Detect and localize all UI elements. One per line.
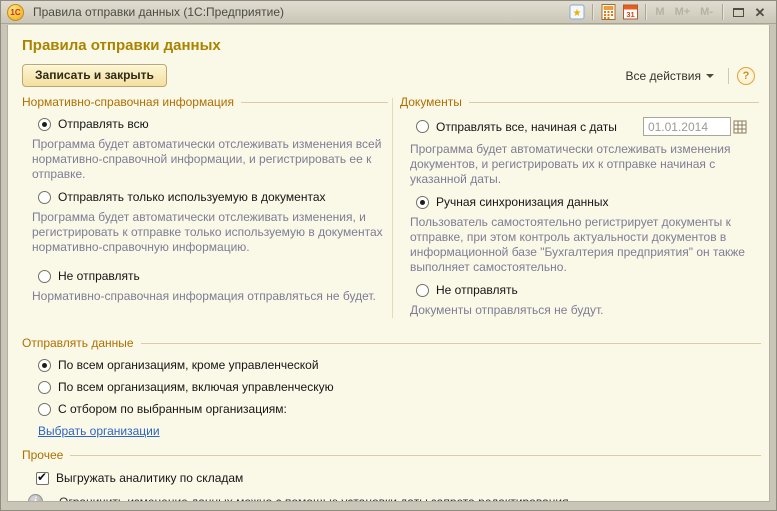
- option-description: Нормативно-справочная информация отправл…: [32, 289, 384, 304]
- option-description: Документы отправляться не будут.: [410, 303, 755, 318]
- start-date-input[interactable]: [643, 117, 731, 136]
- radio-label: С отбором по выбранным организациям:: [58, 402, 287, 416]
- radio-label: Не отправлять: [58, 269, 140, 283]
- radio-icon: [416, 196, 429, 209]
- radio-dont-send-docs[interactable]: Не отправлять: [416, 283, 759, 297]
- radio-send-used-nsi[interactable]: Отправлять только используемую в докумен…: [38, 190, 388, 204]
- option-description: Программа будет автоматически отслеживат…: [32, 137, 384, 182]
- radio-label: По всем организациям, включая управленче…: [58, 380, 334, 394]
- form-content: Правила отправки данных Записать и закры…: [7, 25, 770, 502]
- option-description: Программа будет автоматически отслеживат…: [410, 142, 755, 187]
- radio-icon: [38, 381, 51, 394]
- date-picker-button[interactable]: [731, 117, 750, 136]
- radio-icon: [38, 118, 51, 131]
- radio-dont-send-nsi[interactable]: Не отправлять: [38, 269, 388, 283]
- favorites-icon[interactable]: ★: [567, 3, 587, 22]
- group-caption: Нормативно-справочная информация: [22, 95, 388, 109]
- radio-icon: [38, 359, 51, 372]
- maximize-icon: [733, 8, 744, 17]
- group-documents: Документы Отправлять все, начиная с даты: [400, 95, 759, 326]
- group-other: Прочее Выгружать аналитику по складам i …: [22, 448, 761, 502]
- checkbox-label: Выгружать аналитику по складам: [56, 471, 243, 485]
- two-column-groups: Нормативно-справочная информация Отправл…: [22, 95, 761, 326]
- group-caption-line: [70, 455, 761, 456]
- radio-all-orgs-except-management[interactable]: По всем организациям, кроме управленческ…: [38, 358, 761, 372]
- memory-recall-button[interactable]: M: [650, 6, 669, 18]
- checkbox-icon: [36, 472, 49, 485]
- 1c-logo-icon: 1С: [7, 4, 24, 21]
- radio-send-all-nsi[interactable]: Отправлять всю: [38, 117, 388, 131]
- radio-label: Ручная синхронизация данных: [436, 195, 609, 209]
- group-caption-label: Прочее: [22, 448, 63, 462]
- radio-selected-orgs[interactable]: С отбором по выбранным организациям:: [38, 402, 761, 416]
- memory-minus-button[interactable]: M-: [695, 6, 718, 18]
- group-caption: Прочее: [22, 448, 761, 462]
- memory-plus-button[interactable]: M+: [670, 6, 696, 18]
- radio-icon: [416, 284, 429, 297]
- select-organizations-link[interactable]: Выбрать организации: [38, 424, 160, 438]
- column-divider: [392, 98, 393, 318]
- svg-text:31: 31: [626, 10, 634, 19]
- command-bar-right: Все действия ?: [620, 67, 755, 85]
- group-caption: Документы: [400, 95, 759, 109]
- radio-manual-sync[interactable]: Ручная синхронизация данных: [416, 195, 759, 209]
- group-caption-label: Нормативно-справочная информация: [22, 95, 234, 109]
- titlebar-separator: [592, 4, 593, 20]
- calculator-icon[interactable]: [598, 3, 618, 22]
- radio-label: Отправлять только используемую в докумен…: [58, 190, 326, 204]
- command-bar: Записать и закрыть Все действия ?: [22, 64, 755, 87]
- save-and-close-button[interactable]: Записать и закрыть: [22, 64, 167, 87]
- titlebar-separator: [645, 4, 646, 20]
- info-row: i Ограничить изменение данных можно с по…: [28, 494, 761, 502]
- radio-all-orgs-including-management[interactable]: По всем организациям, включая управленче…: [38, 380, 761, 394]
- titlebar-buttons: ★ 31: [566, 3, 771, 22]
- group-caption: Отправлять данные: [22, 336, 761, 350]
- radio-label: Не отправлять: [436, 283, 518, 297]
- checkbox-export-warehouse-analytics[interactable]: Выгружать аналитику по складам: [36, 471, 761, 485]
- radio-icon: [38, 270, 51, 283]
- radio-icon: [38, 191, 51, 204]
- info-text: Ограничить изменение данных можно с помо…: [59, 495, 572, 503]
- calendar-icon[interactable]: 31: [620, 3, 640, 22]
- group-reference-info: Нормативно-справочная информация Отправл…: [22, 95, 388, 326]
- group-caption-line: [469, 102, 759, 103]
- close-button[interactable]: ✕: [750, 3, 770, 22]
- group-caption-line: [141, 343, 761, 344]
- svg-text:★: ★: [573, 8, 582, 19]
- maximize-button[interactable]: [728, 3, 748, 22]
- option-description: Пользователь самостоятельно регистрирует…: [410, 215, 755, 275]
- close-icon: ✕: [755, 6, 766, 19]
- all-actions-label: Все действия: [626, 69, 701, 83]
- radio-send-docs-from-date[interactable]: Отправлять все, начиная с даты: [416, 120, 617, 134]
- command-bar-separator: [728, 68, 729, 84]
- app-window: 1С Правила отправки данных (1С:Предприят…: [0, 0, 777, 511]
- radio-label: По всем организациям, кроме управленческ…: [58, 358, 319, 372]
- radio-icon: [416, 120, 429, 133]
- radio-label: Отправлять все, начиная с даты: [436, 120, 617, 134]
- group-caption-line: [241, 102, 388, 103]
- info-icon: i: [28, 494, 43, 502]
- titlebar-separator: [722, 4, 723, 20]
- all-actions-button[interactable]: Все действия: [620, 67, 720, 85]
- option-description: Программа будет автоматически отслеживат…: [32, 210, 384, 255]
- chevron-down-icon: [706, 74, 714, 78]
- radio-label: Отправлять всю: [58, 117, 149, 131]
- radio-icon: [38, 403, 51, 416]
- page-title: Правила отправки данных: [22, 37, 761, 54]
- date-field-group: [643, 117, 750, 136]
- window-title: Правила отправки данных (1С:Предприятие): [33, 5, 566, 19]
- help-button[interactable]: ?: [737, 67, 755, 85]
- group-send-data: Отправлять данные По всем организациям, …: [22, 336, 761, 438]
- titlebar: 1С Правила отправки данных (1С:Предприят…: [1, 1, 776, 24]
- group-caption-label: Отправлять данные: [22, 336, 134, 350]
- group-caption-label: Документы: [400, 95, 462, 109]
